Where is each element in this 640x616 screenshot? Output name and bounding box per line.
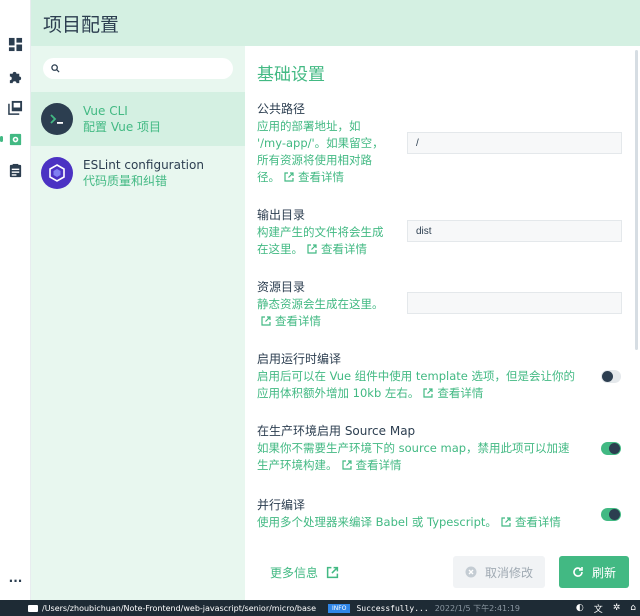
toggle-knob xyxy=(602,371,613,382)
translate-icon[interactable]: 文 xyxy=(594,602,603,615)
config-item-eslint[interactable]: ESLint configuration 代码质量和纠错 xyxy=(31,146,245,200)
section-title: 基础设置 xyxy=(257,65,325,85)
more-link[interactable]: 查看详情 xyxy=(341,458,402,472)
home-icon[interactable]: ⌂ xyxy=(630,603,636,613)
setting-public-path: 公共路径 应用的部署地址，如 '/my-app/'。如果留空，所有资源将使用相对… xyxy=(257,100,627,186)
refresh-label: 刷新 xyxy=(591,565,616,580)
settings-pane: 基础设置 公共路径 应用的部署地址，如 '/my-app/'。如果留空，所有资源… xyxy=(245,46,640,534)
setting-description: 使用多个处理器来编译 Babel 或 Typescript。 查看详情 xyxy=(257,515,561,529)
config-item-name: Vue CLI xyxy=(83,104,128,118)
setting-label: 启用运行时编译 xyxy=(257,352,342,366)
dashboard-button[interactable] xyxy=(0,29,31,59)
more-link[interactable]: 查看详情 xyxy=(501,515,561,529)
page-header: 项目配置 xyxy=(31,0,640,46)
setting-label: 公共路径 xyxy=(257,102,306,116)
cancel-changes-button[interactable]: 取消修改 xyxy=(453,556,545,588)
external-link-icon xyxy=(341,460,352,470)
toggle-knob xyxy=(609,509,620,520)
refresh-icon xyxy=(573,567,583,577)
project-path[interactable]: /Users/zhoubichuan/Note-Frontend/web-jav… xyxy=(0,604,316,613)
nav-rail: ... xyxy=(0,0,31,600)
more-link[interactable]: 查看详情 xyxy=(423,386,483,400)
assets-dir-input[interactable] xyxy=(407,292,622,314)
external-link-icon xyxy=(326,566,339,579)
footer-bar: 更多信息 取消修改 刷新 xyxy=(245,534,640,600)
scrollbar[interactable] xyxy=(635,50,638,350)
toggle-knob xyxy=(609,443,620,454)
cancel-label: 取消修改 xyxy=(484,565,533,580)
plugins-icon xyxy=(9,71,22,83)
page-title: 项目配置 xyxy=(43,13,120,36)
dependencies-icon xyxy=(8,100,23,115)
setting-description: 应用的部署地址，如 '/my-app/'。如果留空，所有资源将使用相对路径。 查看… xyxy=(257,119,384,184)
eslint-logo xyxy=(41,157,73,189)
setting-description: 静态资源会生成在这里。查看详情 xyxy=(257,297,384,328)
project-path-text: /Users/zhoubichuan/Note-Frontend/web-jav… xyxy=(42,603,316,613)
more-button[interactable]: ... xyxy=(0,563,31,593)
tasks-button[interactable] xyxy=(0,155,31,185)
status-bar: /Users/zhoubichuan/Note-Frontend/web-jav… xyxy=(0,600,640,616)
external-link-icon xyxy=(261,316,271,326)
setting-description: 构建产生的文件将会生成在这里。 查看详情 xyxy=(257,225,384,256)
setting-assets-dir: 资源目录 静态资源会生成在这里。查看详情 xyxy=(257,278,627,330)
refresh-button[interactable]: 刷新 xyxy=(559,556,629,588)
dark-mode-icon[interactable]: ◐ xyxy=(576,603,584,613)
public-path-input[interactable] xyxy=(407,132,622,154)
search-icon xyxy=(51,64,60,73)
config-item-name: ESLint configuration xyxy=(83,158,204,172)
parallel-toggle[interactable] xyxy=(601,508,621,521)
config-item-description: 配置 Vue 项目 xyxy=(83,120,162,134)
external-link-icon xyxy=(423,388,434,398)
log-level-badge: INFO xyxy=(328,603,351,613)
configuration-icon xyxy=(9,133,22,145)
output-dir-input[interactable] xyxy=(407,220,622,242)
setting-label: 并行编译 xyxy=(257,498,306,512)
setting-description: 如果你不需要生产环境下的 source map，禁用此项可以加速生产环境构建。查… xyxy=(257,441,570,472)
source-map-toggle[interactable] xyxy=(601,442,621,455)
external-link-icon xyxy=(284,172,294,182)
config-list: Vue CLI 配置 Vue 项目 ESLint configuration 代… xyxy=(31,46,245,600)
plugins-button[interactable] xyxy=(0,61,31,91)
log-message[interactable]: Successfully... xyxy=(356,604,428,613)
setting-output-dir: 输出目录 构建产生的文件将会生成在这里。 查看详情 xyxy=(257,206,627,258)
status-icons: ◐ 文 ✲ ⌂ xyxy=(576,600,636,616)
setting-description: 启用后可以在 Vue 组件中使用 template 选项，但是会让你的应用体积额… xyxy=(257,369,575,400)
more-link[interactable]: 查看详情 xyxy=(307,242,367,256)
more-info-label: 更多信息 xyxy=(270,566,319,580)
more-link[interactable]: 查看详情 xyxy=(284,170,344,184)
config-item-vue-cli[interactable]: Vue CLI 配置 Vue 项目 xyxy=(31,92,245,146)
cancel-icon xyxy=(465,566,477,578)
dashboard-icon xyxy=(8,37,23,51)
external-link-icon xyxy=(501,517,511,527)
vue-cli-logo xyxy=(41,103,73,135)
more-info-link[interactable]: 更多信息 xyxy=(270,564,339,581)
setting-parallel: 并行编译 使用多个处理器来编译 Babel 或 Typescript。 查看详情 xyxy=(257,496,627,531)
external-link-icon xyxy=(307,244,317,254)
setting-runtime-compiler: 启用运行时编译 启用后可以在 Vue 组件中使用 template 选项，但是会… xyxy=(257,350,627,402)
dependencies-button[interactable] xyxy=(0,92,31,122)
clipboard-icon xyxy=(9,163,22,177)
config-item-description: 代码质量和纠错 xyxy=(83,174,168,188)
search-input[interactable] xyxy=(66,62,226,75)
runtime-compiler-toggle[interactable] xyxy=(601,370,621,383)
bug-icon[interactable]: ✲ xyxy=(613,603,621,613)
more-link[interactable]: 查看详情 xyxy=(261,314,321,328)
setting-label: 在生产环境启用 Source Map xyxy=(257,424,416,438)
setting-source-map: 在生产环境启用 Source Map 如果你不需要生产环境下的 source m… xyxy=(257,422,627,474)
log-timestamp: 2022/1/5 下午2:41:19 xyxy=(434,603,520,613)
search-box[interactable] xyxy=(43,58,233,79)
folder-icon xyxy=(28,604,38,612)
configuration-button[interactable] xyxy=(0,124,31,154)
